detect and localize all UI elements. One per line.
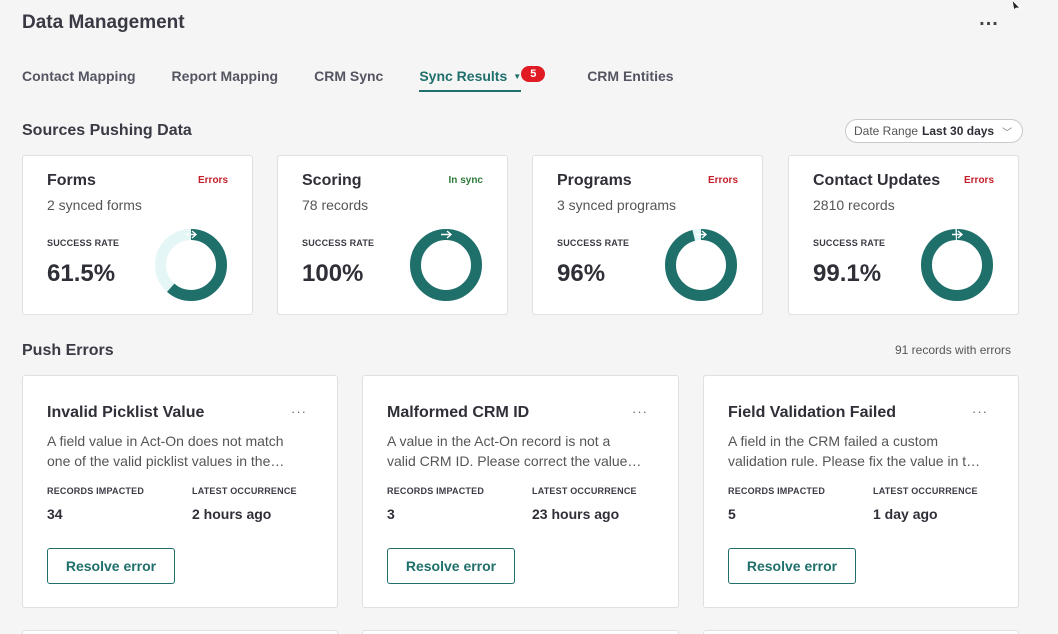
source-subtitle: 3 synced programs — [557, 197, 677, 213]
records-impacted-label: RECORDS IMPACTED — [47, 486, 145, 496]
success-rate-label: SUCCESS RATE — [813, 238, 886, 248]
success-rate-label: SUCCESS RATE — [47, 238, 120, 248]
success-rate-donut[interactable] — [665, 229, 737, 301]
success-rate-value: 61.5% — [47, 260, 116, 287]
tab-crm-entities[interactable]: CRM Entities — [587, 58, 673, 94]
error-description-line: valid CRM ID. Please correct the value… — [387, 453, 642, 469]
source-subtitle: 2810 records — [813, 197, 895, 213]
status-badge: In sync — [448, 175, 483, 186]
source-name: Scoring — [302, 172, 362, 189]
source-card-programs[interactable]: Programs Errors 3 synced programs SUCCESS R… — [532, 155, 763, 315]
source-name: Programs — [557, 172, 632, 189]
source-subtitle: 2 synced forms — [47, 197, 142, 213]
error-description-line: validation rule. Please fix the value in… — [728, 453, 981, 469]
error-description-line: one of the valid picklist values in the… — [47, 453, 285, 469]
more-horizontal-icon[interactable]: ··· — [972, 404, 988, 419]
source-name: Forms — [47, 172, 96, 189]
source-card-contact-updates[interactable]: Contact Updates Errors 2810 records SUCCESS… — [788, 155, 1019, 315]
more-horizontal-icon[interactable]: ··· — [291, 404, 307, 419]
records-impacted-label: RECORDS IMPACTED — [387, 486, 485, 496]
more-horizontal-icon[interactable]: ··· — [632, 404, 648, 419]
latest-occurrence-label: LATEST OCCURRENCE — [192, 486, 297, 496]
error-description-line: A value in the Act-On record is not a — [387, 433, 611, 449]
success-rate-label: SUCCESS RATE — [557, 238, 630, 248]
push-errors-count: 91 records with errors — [895, 343, 1012, 357]
push-errors-section-title: Push Errors — [22, 342, 114, 359]
resolve-error-button[interactable]: Resolve error — [47, 548, 175, 584]
resolve-error-button[interactable]: Resolve error — [387, 548, 515, 584]
records-impacted-value: 34 — [47, 506, 63, 522]
latest-occurrence-value: 1 day ago — [873, 506, 938, 522]
success-rate-donut[interactable] — [921, 229, 993, 301]
error-count-badge: 5 — [521, 66, 546, 82]
records-impacted-value: 3 — [387, 506, 395, 522]
tab-contact-mapping[interactable]: Contact Mapping — [22, 58, 136, 94]
records-impacted-label: RECORDS IMPACTED — [728, 486, 826, 496]
more-horizontal-icon: ... — [979, 8, 999, 30]
latest-occurrence-label: LATEST OCCURRENCE — [532, 486, 637, 496]
push-error-card: Malformed CRM ID ··· A value in the Act-On… — [362, 375, 679, 608]
donut-arc — [410, 229, 482, 301]
more-options-button[interactable]: ... — [976, 8, 1002, 36]
success-rate-value: 100% — [302, 260, 364, 287]
page-title: Data Management — [22, 12, 185, 33]
status-badge: Errors — [963, 175, 994, 186]
success-rate-donut[interactable] — [155, 229, 227, 301]
source-name: Contact Updates — [813, 172, 941, 189]
success-rate-donut[interactable] — [410, 229, 482, 301]
push-error-card: Field Validation Failed ··· A field in the… — [703, 375, 1019, 608]
error-title: Field Validation Failed — [728, 404, 897, 421]
error-title: Malformed CRM ID — [387, 404, 530, 421]
records-impacted-value: 5 — [728, 506, 736, 522]
date-range-select[interactable]: Date Range Last 30 days ﹀ — [845, 119, 1024, 143]
status-badge: Errors — [707, 175, 738, 186]
latest-occurrence-value: 2 hours ago — [192, 506, 272, 522]
tab-sync-results[interactable]: Sync Results ▼ — [419, 58, 521, 94]
tab-report-mapping[interactable]: Report Mapping — [172, 58, 279, 94]
source-card-scoring[interactable]: Scoring In sync 78 records SUCCESS RATE 100% — [277, 155, 508, 315]
error-description: A value in the Act-On record is not a val… — [387, 431, 649, 471]
source-subtitle: 78 records — [302, 197, 369, 213]
error-title: Invalid Picklist Value — [47, 404, 205, 421]
latest-occurrence-value: 23 hours ago — [532, 506, 620, 522]
next-row-card — [703, 630, 1019, 634]
error-description-line: A field value in Act-On does not match — [47, 433, 284, 449]
source-card-forms[interactable]: Forms Errors 2 synced forms SUCCESS RATE 61.… — [22, 155, 253, 315]
tab-sync-results-label: Sync Results — [419, 68, 508, 84]
donut-arc — [921, 229, 993, 301]
chevron-down-icon: ﹀ — [1002, 128, 1013, 139]
next-row-card — [22, 630, 338, 634]
error-description: A field in the CRM failed a custom valida… — [728, 431, 990, 471]
next-row-card — [362, 630, 679, 634]
sources-section-title: Sources Pushing Data — [22, 122, 192, 139]
success-rate-value: 96% — [557, 260, 606, 287]
mouse-cursor-icon — [1011, 0, 1021, 10]
error-description: A field value in Act-On does not match on… — [47, 431, 309, 471]
date-range-value: Last 30 days — [922, 124, 995, 138]
date-range-label: Date Range — [854, 124, 919, 138]
tab-crm-sync[interactable]: CRM Sync — [314, 58, 383, 94]
success-rate-value: 99.1% — [813, 260, 882, 287]
caret-down-icon: ▼ — [513, 71, 522, 81]
resolve-error-button[interactable]: Resolve error — [728, 548, 856, 584]
error-description-line: A field in the CRM failed a custom — [728, 433, 939, 449]
push-error-card: Invalid Picklist Value ··· A field value i… — [22, 375, 338, 608]
tab-bar: Contact Mapping Report Mapping CRM Sync … — [22, 58, 710, 98]
success-rate-label: SUCCESS RATE — [302, 238, 375, 248]
latest-occurrence-label: LATEST OCCURRENCE — [873, 486, 978, 496]
donut-arc — [665, 229, 737, 301]
status-badge: Errors — [197, 175, 228, 186]
